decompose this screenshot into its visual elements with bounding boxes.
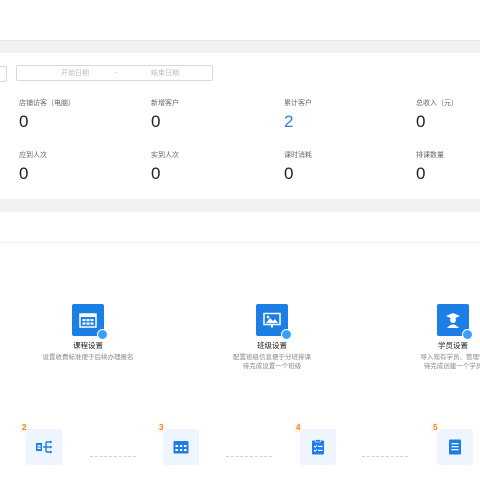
stat-expected-attendance: 应到人次 0: [19, 151, 129, 184]
calendar-grid-icon: [72, 304, 108, 340]
stat-label: 实到人次: [151, 152, 179, 159]
classroom-board-icon: [256, 304, 292, 340]
stat-label: 课时消耗: [284, 152, 312, 159]
stat-value: 0: [19, 164, 29, 183]
stat-value: 0: [151, 112, 161, 131]
card-description: 导入现有学员、管理学: [420, 354, 480, 361]
stat-new-customers: 新增客户 0: [151, 99, 261, 132]
stat-actual-attendance: 实到人次 0: [151, 151, 261, 184]
step-5[interactable]: 5: [431, 423, 473, 465]
step-connector: [90, 456, 136, 457]
start-date-input[interactable]: 开始日期: [45, 68, 105, 78]
step-number: 3: [157, 423, 166, 433]
document-icon: [437, 429, 473, 465]
settings-badge-icon: [97, 329, 108, 340]
filter-select-edge[interactable]: [0, 66, 7, 82]
stat-value: 0: [416, 112, 426, 131]
stat-total-income: 总收入（元） 0: [416, 99, 480, 132]
date-range-separator: -: [114, 69, 118, 77]
stat-label: 店铺访客（电脑）: [19, 100, 75, 107]
step-connector: [226, 456, 272, 457]
stat-total-customers: 累计客户 2: [284, 99, 394, 132]
stat-value-link[interactable]: 2: [284, 112, 394, 132]
date-range-picker[interactable]: 开始日期 - 结束日期: [16, 65, 213, 81]
card-title: 学员设置: [438, 341, 468, 350]
course-setup-card[interactable]: 课程设置 设置收费标准便于后续办理报名: [13, 304, 163, 362]
step-connector: [362, 456, 408, 457]
calendar-icon: [163, 429, 199, 465]
top-strip: [0, 0, 480, 41]
class-setup-card[interactable]: 班级设置 配置班级信息便于分班排课 待完成设置一个班级: [197, 304, 347, 371]
section-divider: [0, 242, 480, 243]
stat-value: 0: [151, 164, 161, 183]
step-number: 5: [431, 423, 440, 433]
settings-badge-icon: [281, 329, 292, 340]
settings-badge-icon: [462, 329, 473, 340]
card-title: 班级设置: [257, 341, 287, 350]
student-setup-card[interactable]: 学员设置 导入现有学员、管理学 待完成创建一个学员: [378, 304, 480, 371]
stat-label: 总收入（元）: [416, 100, 458, 107]
step-4[interactable]: 4: [294, 423, 336, 465]
stat-value: 0: [416, 164, 426, 183]
step-2[interactable]: 2: [20, 423, 62, 465]
setup-guide-panel: 课程设置 设置收费标准便于后续办理报名 班级设置 配置班级信息便于分班排课 待完…: [0, 212, 480, 480]
stat-scheduled-classes: 排课数量 0: [416, 151, 480, 184]
stat-value: 0: [19, 112, 29, 131]
checklist-icon: [300, 429, 336, 465]
card-status: 待完成设置一个班级: [242, 363, 302, 370]
stat-label: 新增客户: [151, 100, 179, 107]
stats-panel: 开始日期 - 结束日期 店铺访客（电脑） 0 新增客户 0 累计客户 2 总收入…: [0, 53, 480, 199]
card-status: 待完成创建一个学员: [423, 363, 480, 370]
student-icon: [437, 304, 473, 340]
step-number: 2: [20, 423, 29, 433]
stat-label: 排课数量: [416, 152, 444, 159]
org-chart-icon: [26, 429, 62, 465]
stat-label: 应到人次: [19, 152, 47, 159]
card-title: 课程设置: [73, 341, 103, 350]
stat-class-hours-consumed: 课时消耗 0: [284, 151, 394, 184]
card-description: 设置收费标准便于后续办理报名: [42, 354, 134, 361]
stat-shop-visitors: 店铺访客（电脑） 0: [19, 99, 129, 132]
step-3[interactable]: 3: [157, 423, 199, 465]
end-date-input[interactable]: 结束日期: [135, 68, 195, 78]
step-number: 4: [294, 423, 303, 433]
stat-value: 0: [284, 164, 294, 183]
stat-label: 累计客户: [284, 100, 312, 107]
card-description: 配置班级信息便于分班排课: [233, 354, 311, 361]
